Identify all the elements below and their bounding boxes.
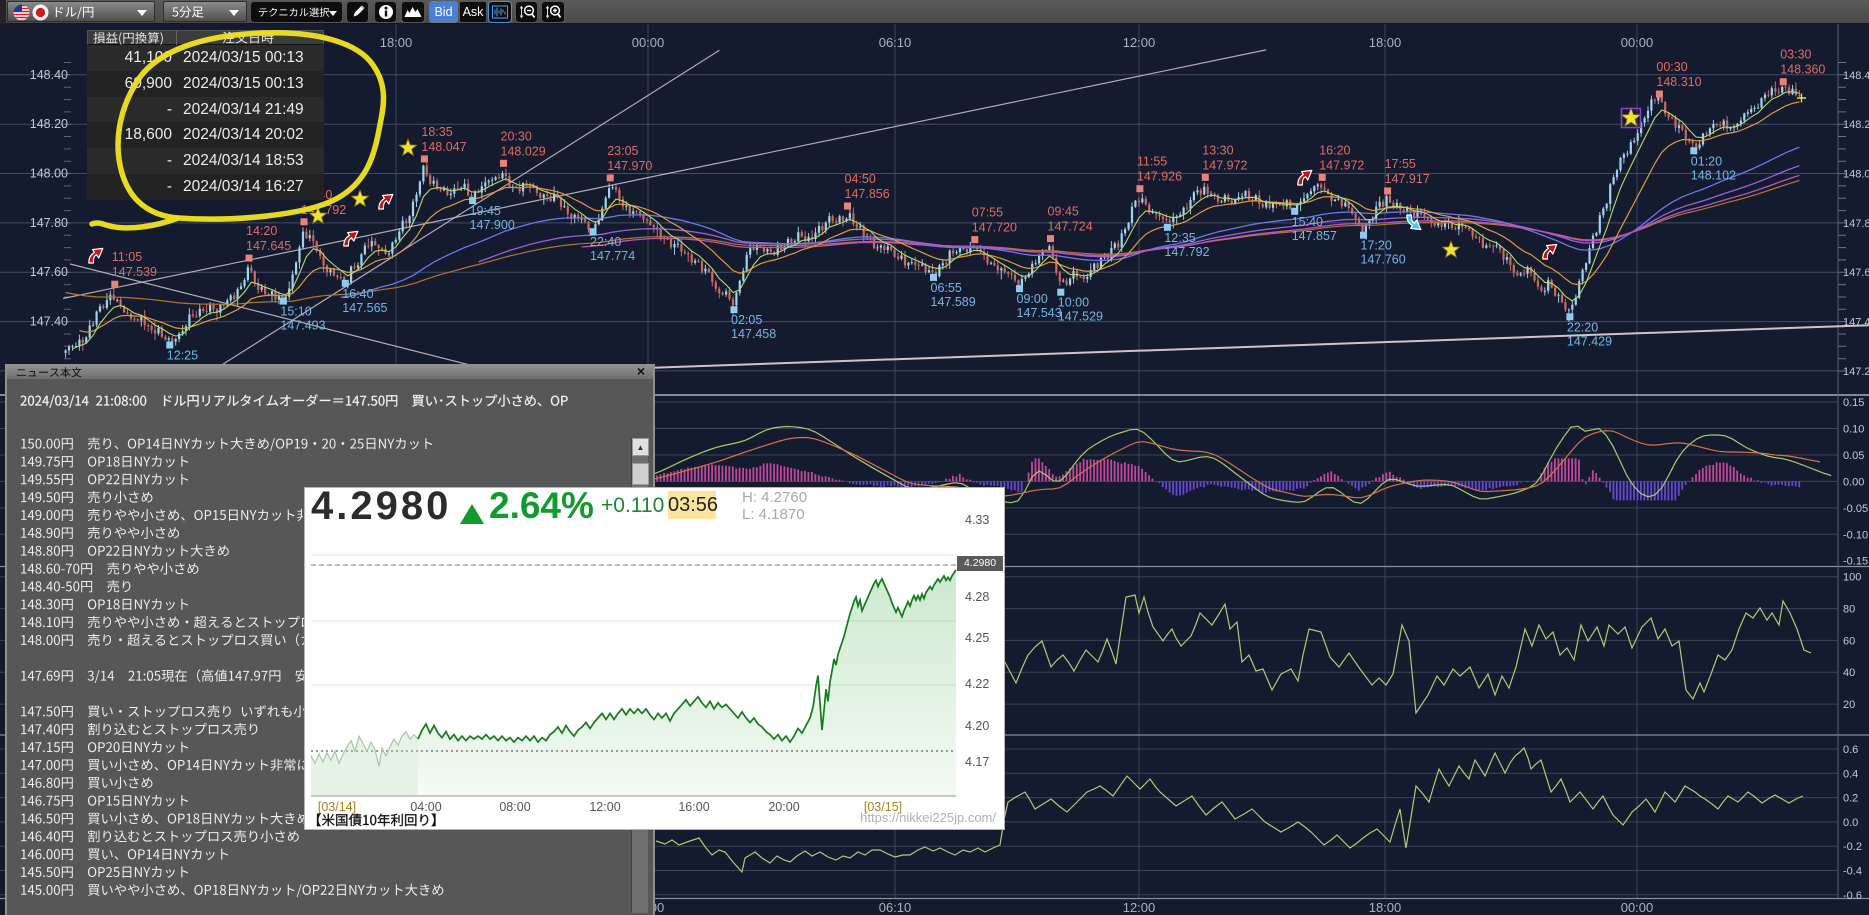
svg-text:00:00: 00:00	[1621, 900, 1654, 915]
svg-text:13:30: 13:30	[1202, 143, 1233, 157]
svg-text:-0.2: -0.2	[1843, 841, 1862, 853]
svg-text:147.760: 147.760	[1361, 253, 1406, 267]
svg-text:148.4: 148.4	[1843, 70, 1869, 82]
svg-text:17:20: 17:20	[1361, 239, 1392, 253]
svg-text:06:10: 06:10	[879, 35, 912, 50]
svg-text:80: 80	[1843, 604, 1855, 616]
svg-text:147.4: 147.4	[1843, 317, 1869, 329]
svg-text:16:40: 16:40	[342, 287, 373, 301]
svg-text:147.970: 147.970	[607, 159, 652, 173]
svg-text:22:40: 22:40	[590, 235, 621, 249]
svg-text:10:00: 10:00	[1058, 296, 1089, 310]
svg-text:148.029: 148.029	[501, 144, 546, 158]
svg-text:-0.4: -0.4	[1843, 866, 1862, 878]
svg-text:147.2: 147.2	[1843, 366, 1869, 378]
svg-text:147.589: 147.589	[931, 295, 976, 309]
svg-text:00:00: 00:00	[632, 35, 665, 50]
svg-text:147.792: 147.792	[1164, 245, 1209, 259]
svg-text:01:20: 01:20	[1691, 154, 1722, 168]
svg-text:147.6: 147.6	[1843, 267, 1869, 279]
svg-text:147.926: 147.926	[1137, 170, 1182, 184]
svg-text:16:20: 16:20	[1319, 143, 1350, 157]
svg-text:148.0: 148.0	[1843, 169, 1869, 181]
svg-text:18:00: 18:00	[1369, 900, 1402, 915]
svg-text:148.2: 148.2	[1843, 119, 1869, 131]
svg-text:17:55: 17:55	[1385, 157, 1416, 171]
svg-text:0.10: 0.10	[1843, 424, 1864, 436]
svg-text:15:40: 15:40	[1292, 215, 1323, 229]
svg-text:147.543: 147.543	[1017, 306, 1062, 320]
svg-text:147.8: 147.8	[1843, 218, 1869, 230]
svg-text:18:00: 18:00	[1369, 35, 1402, 50]
svg-text:-0.05: -0.05	[1843, 503, 1868, 515]
svg-text:07:55: 07:55	[972, 206, 1003, 220]
svg-text:02:05: 02:05	[731, 313, 762, 327]
svg-text:12:00: 12:00	[1123, 900, 1156, 915]
svg-text:06:10: 06:10	[879, 900, 912, 915]
svg-text:147.900: 147.900	[470, 218, 515, 232]
svg-text:09:45: 09:45	[1048, 205, 1079, 219]
svg-text:-0.15: -0.15	[1843, 556, 1868, 568]
svg-text:148.360: 148.360	[1780, 63, 1825, 77]
svg-text:0.15: 0.15	[1843, 397, 1864, 409]
svg-text:147.429: 147.429	[1567, 334, 1612, 348]
svg-text:147.720: 147.720	[972, 221, 1017, 235]
svg-text:0.05: 0.05	[1843, 450, 1864, 462]
svg-text:00:00: 00:00	[1621, 35, 1654, 50]
svg-text:20:30: 20:30	[501, 129, 532, 143]
svg-text:0.00: 0.00	[1843, 476, 1864, 488]
svg-text:03:30: 03:30	[1780, 48, 1811, 62]
svg-text:22:20: 22:20	[1567, 320, 1598, 334]
svg-text:100: 100	[1843, 572, 1861, 584]
svg-text:148.102: 148.102	[1691, 168, 1736, 182]
svg-text:147.40: 147.40	[30, 315, 68, 329]
svg-text:12:00: 12:00	[1123, 35, 1156, 50]
svg-text:23:05: 23:05	[607, 144, 638, 158]
svg-text:00:30: 00:30	[1656, 60, 1687, 74]
svg-text:147.917: 147.917	[1385, 172, 1430, 186]
svg-text:0.0: 0.0	[1843, 817, 1858, 829]
svg-text:147.857: 147.857	[1292, 229, 1337, 243]
svg-text:147.529: 147.529	[1058, 310, 1103, 324]
svg-text:15:10: 15:10	[280, 305, 311, 319]
svg-text:147.972: 147.972	[1319, 158, 1364, 172]
svg-text:40: 40	[1843, 667, 1855, 679]
svg-text:12:35: 12:35	[1164, 231, 1195, 245]
svg-text:12:25: 12:25	[167, 349, 198, 363]
svg-text:147.565: 147.565	[342, 301, 387, 315]
svg-text:11:55: 11:55	[1137, 155, 1167, 169]
svg-text:147.493: 147.493	[280, 319, 325, 333]
svg-text:0.2: 0.2	[1843, 793, 1858, 805]
svg-text:20: 20	[1843, 699, 1855, 711]
svg-text:19:45: 19:45	[470, 204, 501, 218]
svg-text:0.4: 0.4	[1843, 768, 1858, 780]
svg-text:147.972: 147.972	[1202, 158, 1247, 172]
svg-text:0.6: 0.6	[1843, 744, 1858, 756]
svg-text:09:00: 09:00	[1017, 292, 1048, 306]
svg-text:147.724: 147.724	[1048, 220, 1093, 234]
svg-text:04:50: 04:50	[845, 172, 876, 186]
svg-text:60: 60	[1843, 635, 1855, 647]
svg-text:147.856: 147.856	[845, 187, 890, 201]
svg-text:-0.6: -0.6	[1843, 890, 1862, 902]
svg-text:147.774: 147.774	[590, 249, 635, 263]
svg-text:-0.10: -0.10	[1843, 529, 1868, 541]
svg-text:06:55: 06:55	[931, 281, 962, 295]
svg-text:148.310: 148.310	[1656, 75, 1701, 89]
svg-text:147.458: 147.458	[731, 327, 776, 341]
